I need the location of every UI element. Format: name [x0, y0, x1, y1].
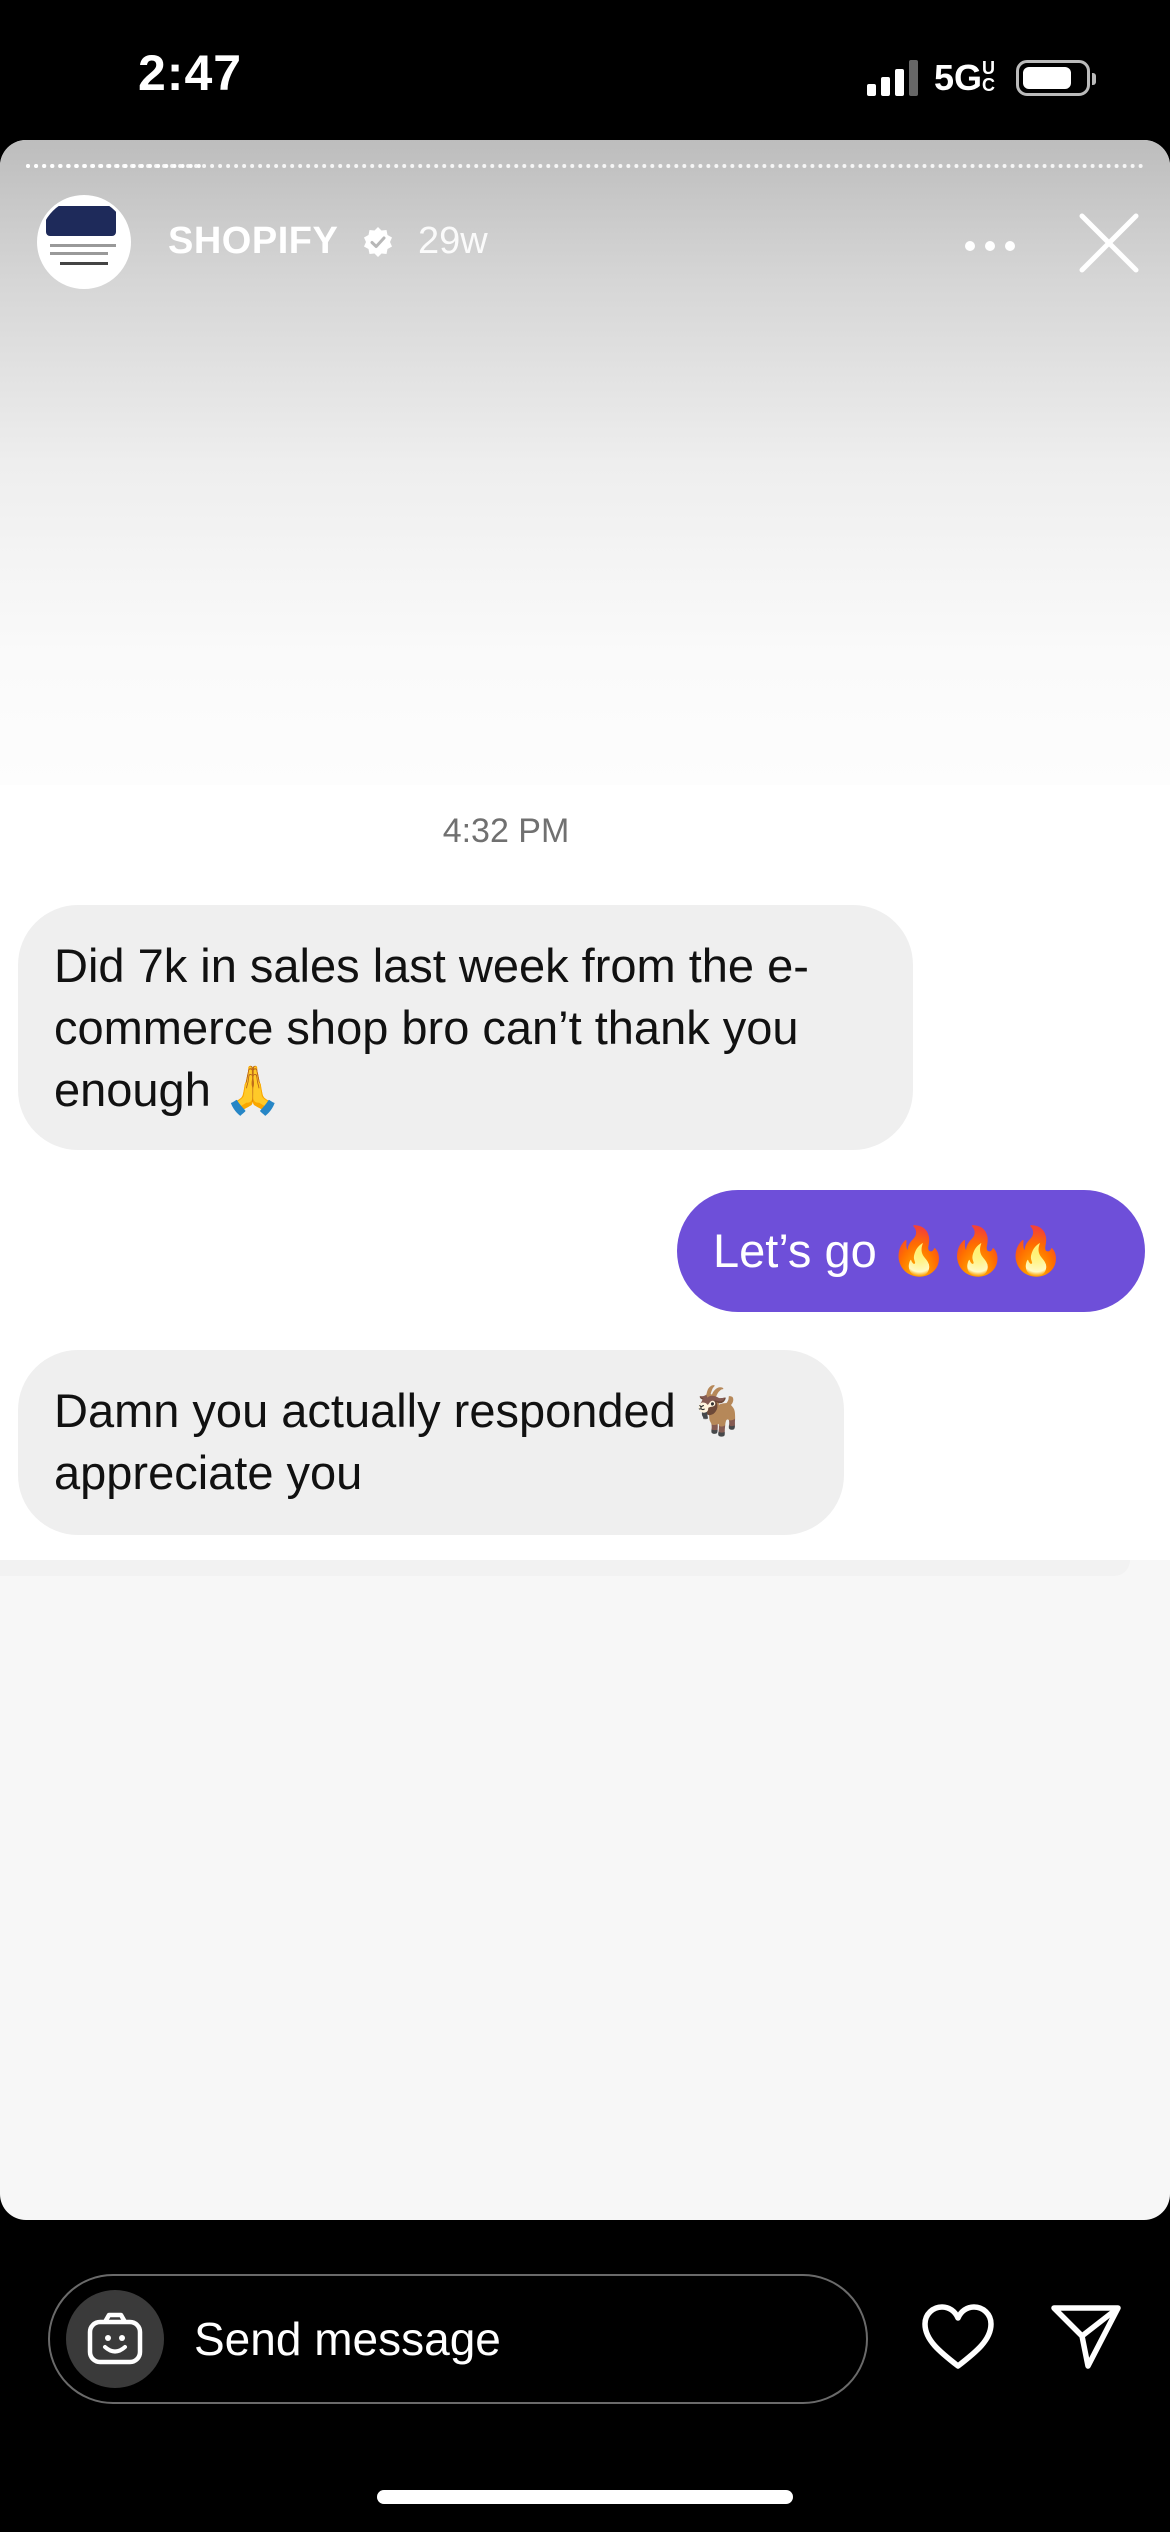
signal-icon [866, 60, 918, 96]
status-bar: 2:47 5GUC [0, 0, 1170, 140]
heart-icon[interactable] [920, 2302, 996, 2372]
story-viewer[interactable]: SHOPIFY 29w 4:32 PM Did 7k in sales last… [0, 140, 1170, 2220]
home-indicator [377, 2490, 793, 2504]
author-avatar[interactable] [37, 195, 131, 289]
more-dots-icon[interactable] [964, 240, 1016, 252]
camera-icon [87, 2312, 143, 2365]
story-age: 29w [418, 220, 488, 262]
network-indicator: 5GUC [934, 57, 1000, 99]
camera-button[interactable] [66, 2290, 164, 2388]
send-message-input[interactable]: Send message [48, 2274, 868, 2404]
incoming-message-2: Damn you actually responded 🐐 appreciate… [18, 1350, 844, 1535]
network-type: 5G [933, 57, 982, 98]
battery-icon [1016, 60, 1096, 96]
chat-cut-edge [0, 1560, 1130, 1576]
story-progress-fill [26, 164, 201, 172]
incoming-message-1: Did 7k in sales last week from the e-com… [18, 905, 913, 1150]
author-name[interactable]: SHOPIFY [168, 220, 338, 263]
network-suffix: UC [982, 58, 995, 95]
chat-cut-area [0, 1560, 1170, 1720]
outgoing-message: Let’s go 🔥🔥🔥 [677, 1190, 1145, 1312]
chat-timestamp: 4:32 PM [442, 812, 570, 850]
status-time: 2:47 [138, 45, 243, 101]
verified-badge-icon [364, 227, 392, 257]
story-reply-bar: Send message [0, 2220, 1170, 2532]
close-icon[interactable] [1078, 212, 1140, 274]
send-icon[interactable] [1050, 2300, 1122, 2372]
status-indicators: 5GUC [866, 56, 1096, 100]
send-message-placeholder: Send message [194, 2313, 501, 2365]
